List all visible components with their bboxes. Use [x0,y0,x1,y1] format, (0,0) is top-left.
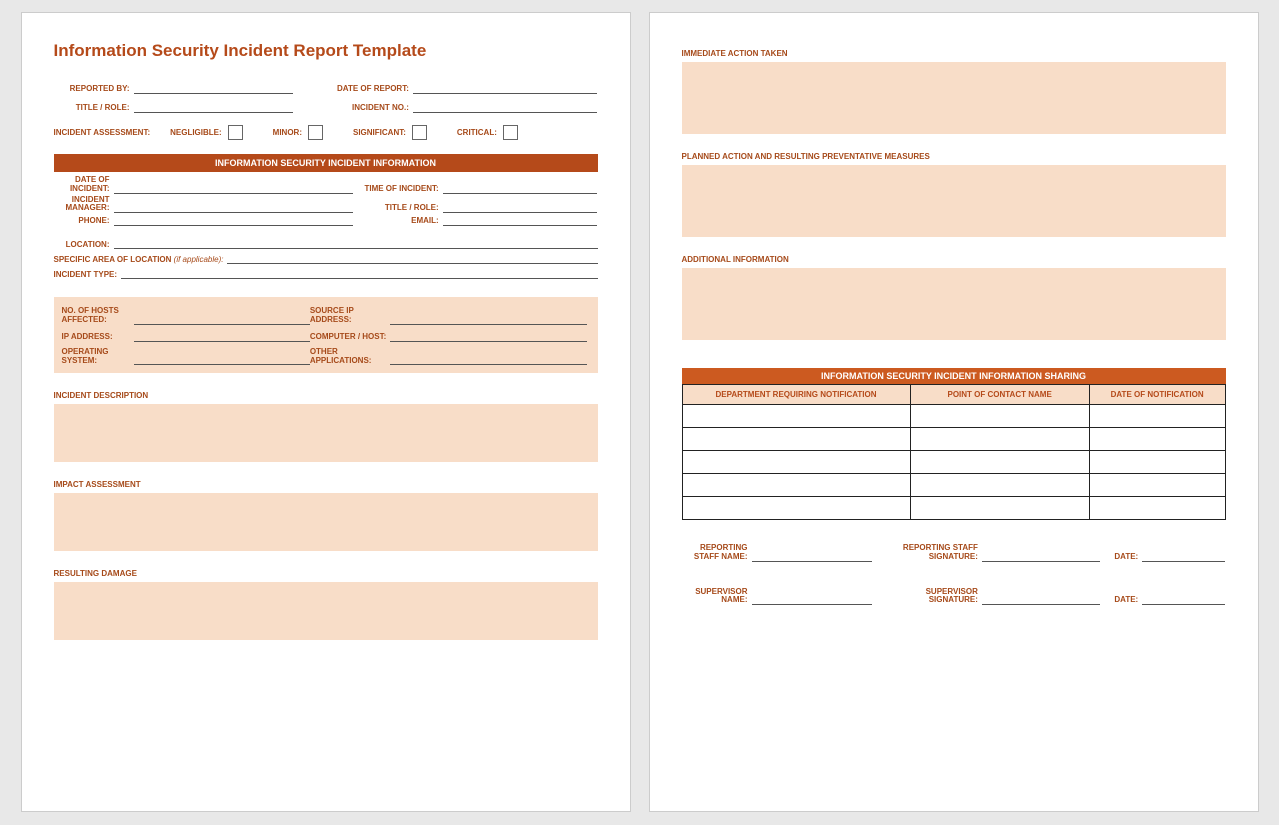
label-time-of-incident: TIME OF INCIDENT: [353,185,443,194]
field-other-apps[interactable] [390,354,588,365]
table-row[interactable] [682,451,1225,474]
field-specific-area[interactable] [227,253,597,264]
label-os: OPERATING SYSTEM: [54,348,134,366]
label-planned: PLANNED ACTION AND RESULTING PREVENTATIV… [682,152,1226,161]
page-2: IMMEDIATE ACTION TAKEN PLANNED ACTION AN… [649,12,1259,812]
table-row[interactable] [682,428,1225,451]
field-reporting-staff-name[interactable] [752,551,872,562]
label-other-apps: OTHER APPLICATIONS: [310,348,390,366]
label-source-ip: SOURCE IP ADDRESS: [310,307,390,325]
checkbox-significant[interactable] [412,125,427,140]
page-1: Information Security Incident Report Tem… [21,12,631,812]
col-date: DATE OF NOTIFICATION [1089,385,1225,405]
label-date-of-incident: DATE OF INCIDENT: [54,176,114,194]
label-specific-area: SPECIFIC AREA OF LOCATION (if applicable… [54,255,228,264]
label-critical: CRITICAL: [457,128,497,137]
section-bar-info: INFORMATION SECURITY INCIDENT INFORMATIO… [54,154,598,172]
field-source-ip[interactable] [390,314,588,325]
field-phone[interactable] [114,215,353,226]
field-incident-description[interactable] [54,404,598,462]
field-incident-manager[interactable] [114,202,353,213]
field-title-role-2[interactable] [443,202,598,213]
label-additional: ADDITIONAL INFORMATION [682,255,1226,264]
field-planned[interactable] [682,165,1226,237]
table-row[interactable] [682,405,1225,428]
label-minor: MINOR: [273,128,302,137]
field-email[interactable] [443,215,598,226]
field-supervisor-name[interactable] [752,594,872,605]
field-incident-no[interactable] [413,102,598,113]
label-ip-address: IP ADDRESS: [54,333,134,342]
label-incident-description: INCIDENT DESCRIPTION [54,391,598,400]
label-assessment: INCIDENT ASSESSMENT: [54,128,151,137]
label-title-role: TITLE / ROLE: [54,104,134,113]
field-supervisor-signature[interactable] [982,594,1100,605]
field-date-2[interactable] [1142,594,1225,605]
section-bar-sharing: INFORMATION SECURITY INCIDENT INFORMATIO… [682,368,1226,384]
label-date-2: DATE: [1114,596,1142,605]
label-impact: IMPACT ASSESSMENT [54,480,598,489]
form-title: Information Security Incident Report Tem… [54,41,598,61]
label-location: LOCATION: [54,240,114,249]
checkbox-negligible[interactable] [228,125,243,140]
checkbox-minor[interactable] [308,125,323,140]
table-row[interactable] [682,474,1225,497]
field-hosts[interactable] [134,314,310,325]
label-date-1: DATE: [1114,553,1142,562]
field-location[interactable] [114,238,598,249]
field-additional[interactable] [682,268,1226,340]
label-negligible: NEGLIGIBLE: [170,128,222,137]
label-reported-by: REPORTED BY: [54,85,134,94]
label-title-role-2: TITLE / ROLE: [353,204,443,213]
label-reporting-staff-name: REPORTING STAFF NAME: [682,544,752,562]
label-incident-no: INCIDENT NO.: [323,104,413,113]
label-computer-host: COMPUTER / HOST: [310,333,390,342]
col-contact: POINT OF CONTACT NAME [910,385,1089,405]
label-reporting-staff-signature: REPORTING STAFF SIGNATURE: [892,544,982,562]
label-significant: SIGNIFICANT: [353,128,406,137]
field-incident-type[interactable] [121,268,597,279]
label-email: EMAIL: [353,217,443,226]
field-date-1[interactable] [1142,551,1225,562]
field-ip-address[interactable] [134,331,310,342]
field-title-role[interactable] [134,102,293,113]
field-immediate[interactable] [682,62,1226,134]
table-row[interactable] [682,497,1225,520]
checkbox-critical[interactable] [503,125,518,140]
field-reporting-staff-signature[interactable] [982,551,1100,562]
label-date-of-report: DATE OF REPORT: [323,85,413,94]
field-date-of-incident[interactable] [114,183,353,194]
field-date-of-report[interactable] [413,83,598,94]
field-time-of-incident[interactable] [443,183,598,194]
label-supervisor-name: SUPERVISOR NAME: [682,588,752,606]
label-damage: RESULTING DAMAGE [54,569,598,578]
label-incident-type: INCIDENT TYPE: [54,270,122,279]
field-computer-host[interactable] [390,331,588,342]
field-damage[interactable] [54,582,598,640]
col-department: DEPARTMENT REQUIRING NOTIFICATION [682,385,910,405]
field-os[interactable] [134,354,310,365]
label-phone: PHONE: [54,217,114,226]
label-supervisor-signature: SUPERVISOR SIGNATURE: [892,588,982,606]
field-impact[interactable] [54,493,598,551]
field-reported-by[interactable] [134,83,293,94]
label-incident-manager: INCIDENT MANAGER: [54,196,114,214]
technical-details-box: NO. OF HOSTS AFFECTED: SOURCE IP ADDRESS… [54,297,598,373]
label-hosts: NO. OF HOSTS AFFECTED: [54,307,134,325]
notification-table: DEPARTMENT REQUIRING NOTIFICATION POINT … [682,384,1226,520]
label-immediate: IMMEDIATE ACTION TAKEN [682,49,1226,58]
